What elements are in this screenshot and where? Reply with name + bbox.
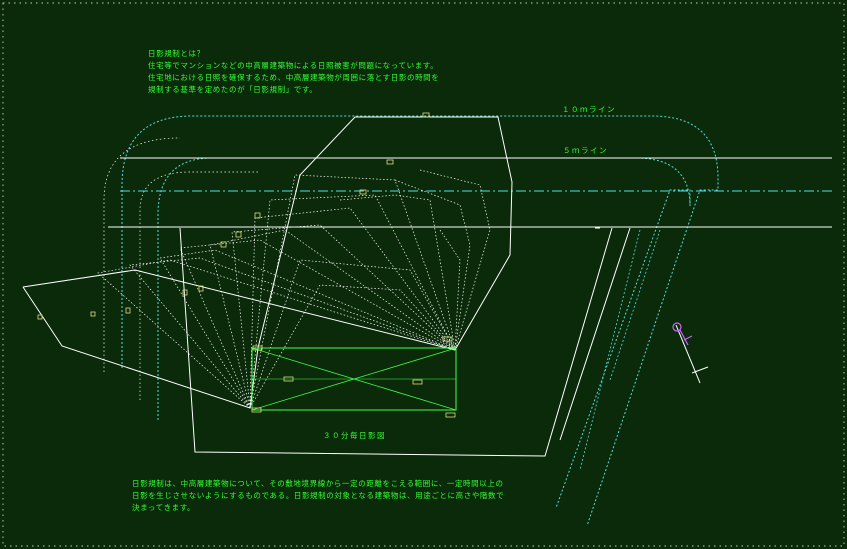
- diag-cyan-2: [609, 229, 661, 381]
- intro-line: 住宅地における日照を確保するため、中高層建築物が周囲に落とす日影の時間を: [148, 73, 440, 82]
- intro-text: 日影規制とは？ 住宅等でマンションなどの中高層建築物による日照被害が問題になって…: [148, 48, 439, 96]
- intro-line: 住宅等でマンションなどの中高層建築物による日照被害が問題になっています。: [148, 61, 439, 70]
- boundary-diagonal: [559, 227, 631, 441]
- footer-line: 日影規制は、中高層建築物について、その敷地境界線から一定の距離をこえる範囲に、一…: [132, 479, 504, 488]
- shadow-envelope: [22, 116, 513, 409]
- north-arrow-icon: [672, 322, 709, 384]
- diag-cyan-1: [579, 229, 641, 471]
- ten-meter-line-label: １０ｍライン: [562, 105, 616, 114]
- footer-text: 日影規制は、中高層建築物について、その敷地境界線から一定の距離をこえる範囲に、一…: [132, 478, 504, 514]
- shadow-diagram-caption: ３０分毎日影図: [323, 431, 386, 440]
- footer-line: 日影を生じさせないようにするものである。日影規制の対象となる建築物は、用途ごとに…: [132, 491, 505, 500]
- five-meter-line-label: ５ｍライン: [563, 146, 608, 155]
- footer-line: 決まってきます。: [132, 503, 196, 512]
- offset-line-1: [103, 137, 181, 372]
- cad-canvas: 日影規制とは？ 住宅等でマンションなどの中高層建築物による日照被害が問題になって…: [0, 0, 847, 549]
- half-hour-shadow-lines: [97, 169, 491, 409]
- shadow-west-edge: [22, 269, 456, 351]
- ten-meter-line: [121, 115, 719, 527]
- intro-line: 日影規制とは？: [148, 49, 205, 58]
- intro-line: 規制する基準を定めたのが「日影規制」です。: [148, 85, 318, 94]
- survey-markers: [37, 112, 456, 418]
